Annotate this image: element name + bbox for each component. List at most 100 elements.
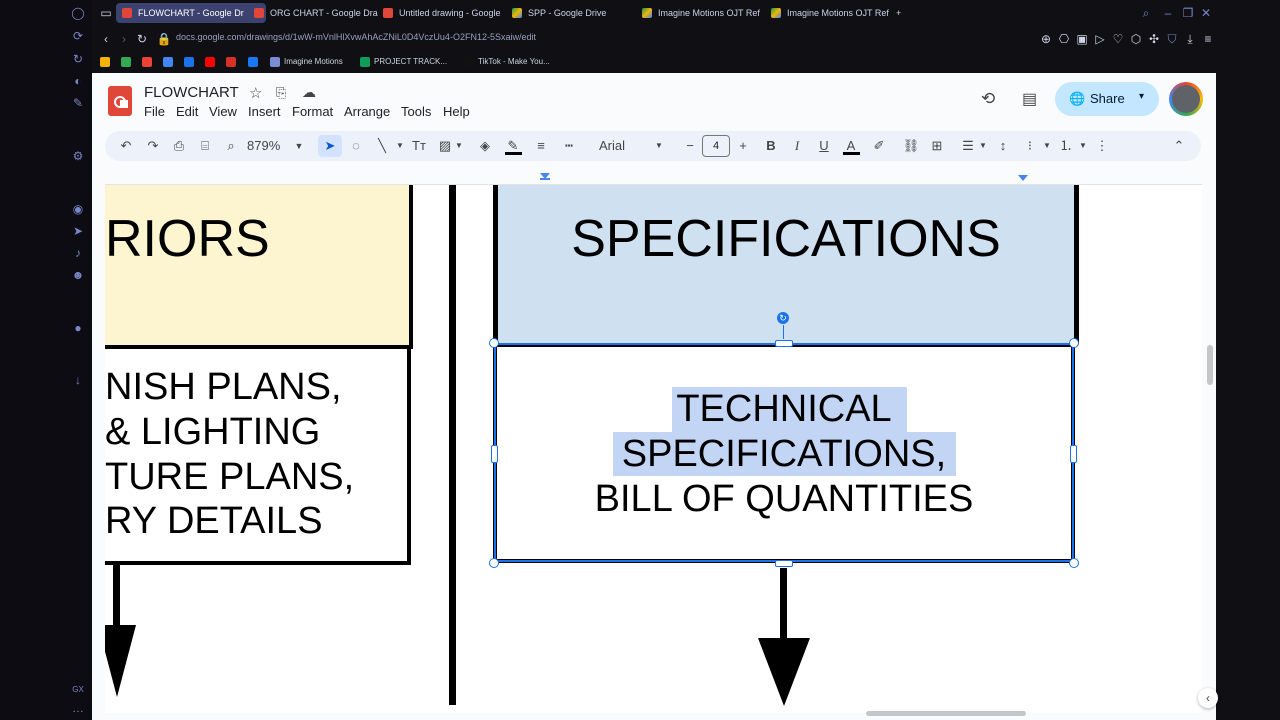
vpn-icon[interactable]: ⛉ [1164,31,1180,47]
more-icon[interactable]: … [70,700,86,716]
zoom-dropdown-icon[interactable]: ▼ [293,138,305,154]
bold-button[interactable]: B [763,138,779,154]
opera-gx-logo-icon[interactable]: ◯ [70,5,86,21]
history-icon[interactable]: ↻ [70,51,86,67]
bookmark-imagine-motions[interactable]: Imagine Motions [270,55,343,69]
download-icon[interactable]: ↓ [70,372,86,388]
restore-icon[interactable]: ❐ [1180,5,1196,21]
redo-icon[interactable]: ↷ [145,138,161,154]
new-tab-button[interactable]: + [892,3,912,23]
avatar[interactable] [1169,82,1203,116]
tab-manager-icon[interactable]: ▭ [98,5,114,21]
menu-tools[interactable]: Tools [401,104,431,119]
url-field[interactable]: docs.google.com/drawings/d/1wW-mVnlHlXvw… [176,32,536,42]
forward-icon[interactable]: › [116,31,132,47]
editor-icon[interactable]: ✎ [70,95,86,111]
line-icon[interactable]: ╲ [374,138,390,154]
reload-icon[interactable]: ↻ [134,31,150,47]
menu-file[interactable]: File [144,104,165,119]
link-icon[interactable]: ⛓ [902,138,920,154]
snapshot-icon[interactable]: ▣ [1074,31,1090,47]
vertical-scrollbar[interactable] [1207,345,1213,385]
increase-font-size-icon[interactable]: + [735,138,751,154]
first-line-marker-icon[interactable] [540,178,550,180]
resize-handle-bottom[interactable] [775,560,793,567]
document-title[interactable]: FLOWCHART [144,84,239,101]
resize-handle-top-right[interactable] [1069,338,1079,348]
cloud-saved-icon[interactable]: ☁ [302,84,316,101]
workspace-icon[interactable]: ◐ [70,73,86,89]
bookmark-7[interactable] [226,55,240,69]
italic-button[interactable]: I [789,138,805,154]
undo-icon[interactable]: ↶ [118,138,134,154]
discord-icon[interactable]: ☻ [70,267,86,283]
star-icon[interactable]: ☆ [249,84,262,102]
downloads-icon[interactable]: ⤓ [1182,31,1198,47]
bookmark-tiktok[interactable]: TikTok - Make You... [464,55,550,69]
menu-icon[interactable]: ≡ [1200,31,1216,47]
highlight-color-icon[interactable]: ✐ [871,138,887,154]
number-dropdown-icon[interactable]: ▼ [1078,138,1088,154]
menu-arrange[interactable]: Arrange [344,104,390,119]
version-history-icon[interactable]: ⟲ [981,89,995,109]
zoom-icon[interactable]: ⊕ [1038,31,1054,47]
resize-handle-top[interactable] [775,340,793,347]
bookmark-3[interactable] [142,55,156,69]
image-dropdown-icon[interactable]: ▼ [454,138,464,154]
resize-handle-top-left[interactable] [489,338,499,348]
tab-spp-drive[interactable]: SPP - Google Drive [506,3,648,23]
left-arrow-shaft[interactable] [113,565,120,625]
print-icon[interactable]: ⎙ [171,138,187,154]
bookmark-8[interactable] [248,55,262,69]
font-size-input[interactable]: 4 [702,135,730,157]
share-button[interactable]: 🌐 Share ▾ [1055,82,1159,116]
expand-side-panel-icon[interactable]: ‹ [1198,688,1218,708]
minimize-icon[interactable]: – [1160,5,1176,21]
drawing-canvas[interactable]: RIORS NISH PLANS, & LIGHTING TURE PLANS,… [105,185,1202,713]
numbered-list-icon[interactable]: ⒈ [1058,138,1074,154]
zoom-icon[interactable]: ⌕ [223,138,239,154]
bookmark-project-track[interactable]: PROJECT TRACK... [360,55,447,69]
menu-help[interactable]: Help [443,104,470,119]
bullet-dropdown-icon[interactable]: ▼ [1042,138,1052,154]
fill-color-icon[interactable]: ◈ [477,138,493,154]
resize-handle-left[interactable] [491,445,498,463]
resize-handle-bottom-right[interactable] [1069,558,1079,568]
horizontal-scrollbar[interactable] [866,711,1026,716]
bookmark-1[interactable] [100,55,114,69]
heart-icon[interactable]: ♡ [1110,31,1126,47]
messenger-icon[interactable]: ◉ [70,201,86,217]
tab-flowchart[interactable]: FLOWCHART - Google Dr [116,3,266,23]
bulleted-list-icon[interactable]: ⁝ [1022,138,1038,154]
menu-insert[interactable]: Insert [248,104,281,119]
zoom-value[interactable]: 879% [247,138,283,154]
column-divider-line[interactable] [449,185,456,705]
bookmark-2[interactable] [121,55,135,69]
decrease-font-size-icon[interactable]: − [682,138,698,154]
line-dropdown-icon[interactable]: ▼ [395,138,405,154]
font-dropdown-icon[interactable]: ▼ [654,138,664,154]
tab-org-chart[interactable]: ORG CHART - Google Dra [248,3,390,23]
bookmark-6[interactable] [205,55,219,69]
border-dash-icon[interactable]: ┅ [561,138,577,154]
resize-handle-right[interactable] [1070,445,1077,463]
comments-icon[interactable]: ▤ [1022,89,1037,109]
tab-imagine-motions-1[interactable]: Imagine Motions OJT Ref [636,3,778,23]
play-icon[interactable]: ▷ [1092,31,1108,47]
rotate-handle-icon[interactable]: ↻ [777,312,789,324]
border-weight-icon[interactable]: ≡ [533,138,549,154]
extensions-icon[interactable]: ✣ [1146,31,1162,47]
telegram-icon[interactable]: ➤ [70,223,86,239]
collapse-toolbar-icon[interactable]: ⌃ [1171,138,1187,154]
more-options-icon[interactable]: ⋮ [1094,138,1110,154]
menu-view[interactable]: View [209,104,237,119]
bookmark-5[interactable] [184,55,198,69]
tiktok-icon[interactable]: ♪ [70,245,86,261]
align-icon[interactable]: ☰ [960,138,976,154]
line-spacing-icon[interactable]: ↕ [995,138,1011,154]
tab-untitled-drawing[interactable]: Untitled drawing - Google [377,3,519,23]
shape-icon[interactable]: ◌ [348,138,364,154]
cube-icon[interactable]: ⬡ [1128,31,1144,47]
text-box-icon[interactable]: Tт [410,138,428,154]
move-folder-icon[interactable]: ⎘ [276,85,286,101]
